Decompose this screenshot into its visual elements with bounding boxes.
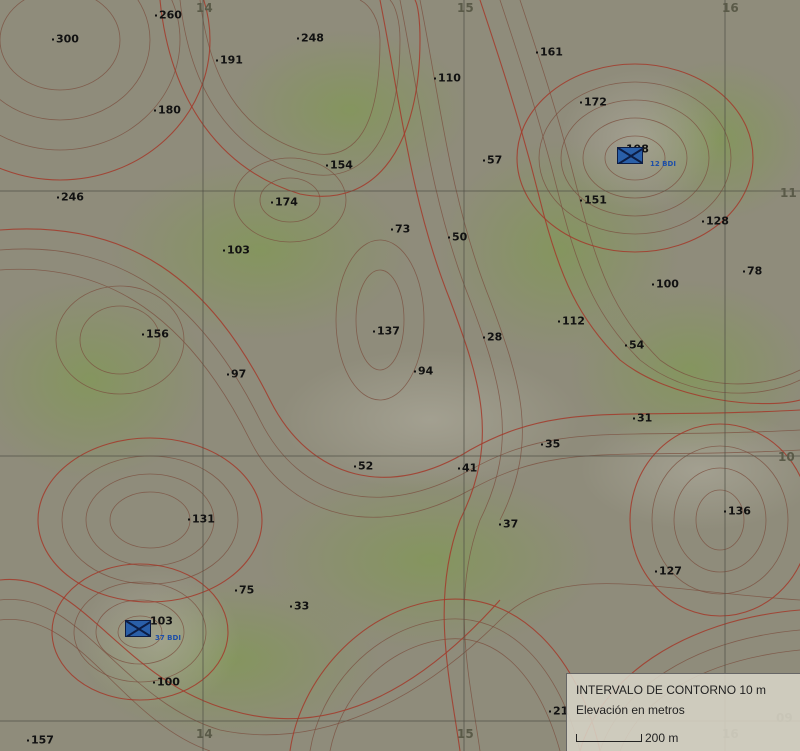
spot-elevation: 37 [499,518,518,531]
spot-elevation: 180 [154,104,181,117]
unit-marker-37-bdi[interactable]: 37 BDI [125,620,181,642]
terrain-relief [0,0,800,751]
spot-elevation: 31 [633,412,652,425]
scale-bar [576,734,642,742]
infantry-unit-icon [617,147,643,164]
unit-label: 12 BDI [650,160,676,168]
grid-label-bottom-14: 14 [196,727,213,741]
spot-elevation: 127 [655,565,682,578]
spot-elevation: 52 [354,460,373,473]
spot-elevation: 260 [155,9,182,22]
spot-elevation: 172 [580,96,607,109]
spot-elevation: 156 [142,328,169,341]
map-legend: INTERVALO DE CONTORNO 10 m Elevación en … [566,673,800,751]
infantry-unit-icon [125,620,151,637]
grid-label-top-15: 15 [457,1,474,15]
spot-elevation: 157 [27,734,54,747]
spot-elevation: 97 [227,368,246,381]
spot-elevation: 128 [702,215,729,228]
unit-label: 37 BDI [155,634,181,642]
spot-elevation: 41 [458,462,477,475]
spot-elevation: 33 [290,600,309,613]
spot-elevation: 35 [541,438,560,451]
spot-elevation: 174 [271,196,298,209]
spot-elevation: 137 [373,325,400,338]
spot-elevation: 50 [448,231,467,244]
spot-elevation: 161 [536,46,563,59]
spot-elevation: 300 [52,33,79,46]
spot-elevation: 246 [57,191,84,204]
unit-marker-12-bdi[interactable]: 12 BDI [617,147,676,168]
spot-elevation: 136 [724,505,751,518]
grid-label-right-10: 10 [778,450,795,464]
spot-elevation: 110 [434,72,461,85]
spot-elevation: 75 [235,584,254,597]
grid-label-top-14: 14 [196,1,213,15]
spot-elevation: 78 [743,265,762,278]
grid-label-bottom-15: 15 [457,727,474,741]
spot-elevation: 248 [297,32,324,45]
grid-label-right-11: 11 [780,186,797,200]
spot-elevation: 57 [483,154,502,167]
contour-interval-label: INTERVALO DE CONTORNO 10 m [576,683,767,697]
spot-elevation: 151 [580,194,607,207]
spot-elevation: 94 [414,365,433,378]
spot-elevation: 154 [326,159,353,172]
spot-elevation: 112 [558,315,585,328]
spot-elevation: 100 [652,278,679,291]
elevation-units-label: Elevación en metros [576,703,685,717]
terrain-map[interactable]: 14 15 16 14 15 16 11 10 09 260 300 248 1… [0,0,800,751]
spot-elevation: 103 [223,244,250,257]
spot-elevation: 100 [153,676,180,689]
spot-elevation: 73 [391,223,410,236]
spot-elevation: 191 [216,54,243,67]
spot-elevation: 28 [483,331,502,344]
grid-label-top-16: 16 [722,1,739,15]
spot-elevation: 54 [625,339,644,352]
spot-elevation: 131 [188,513,215,526]
scale-label: 200 m [645,731,679,745]
